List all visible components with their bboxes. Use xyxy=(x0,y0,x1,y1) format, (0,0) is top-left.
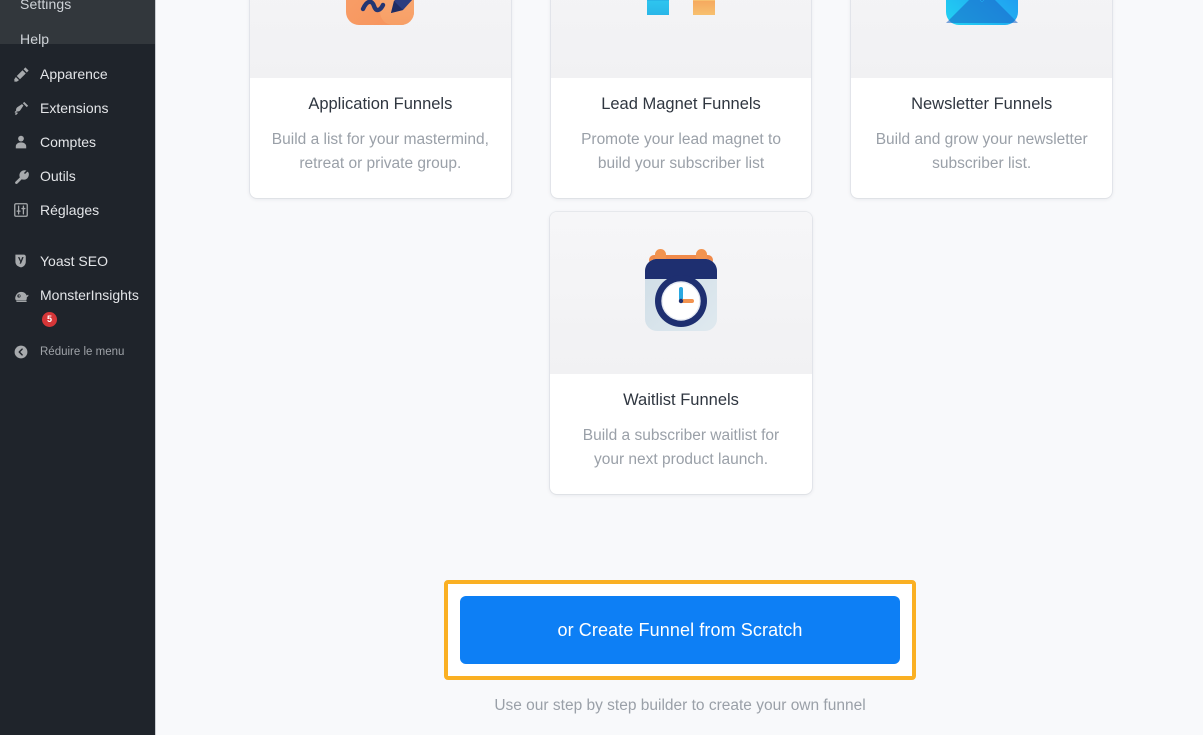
admin-sidebar: Settings Help Apparence Extensions Compt… xyxy=(0,0,156,735)
sliders-icon xyxy=(6,202,36,218)
sidebar-item-label: Apparence xyxy=(40,66,108,82)
chevron-left-circle-icon xyxy=(6,344,36,360)
status-badge: 5 xyxy=(42,312,57,327)
funnel-template-row-2: Waitlist Funnels Build a subscriber wait… xyxy=(550,212,812,494)
card-title: Application Funnels xyxy=(308,95,453,113)
collapse-menu-button[interactable]: Réduire le menu xyxy=(0,337,155,367)
card-body: Lead Magnet Funnels Promote your lead ma… xyxy=(551,78,812,198)
funnel-template-card-lead-magnet[interactable]: Lead Magnet Funnels Promote your lead ma… xyxy=(550,0,812,198)
sidebar-item-outils[interactable]: Outils xyxy=(0,159,155,193)
cta-highlight-box: or Create Funnel from Scratch xyxy=(444,580,916,680)
app-root: Settings Help Apparence Extensions Compt… xyxy=(0,0,1203,735)
sidebar-item-apparence[interactable]: Apparence xyxy=(0,57,155,91)
sidebar-item-label: Extensions xyxy=(40,100,109,116)
card-body: Application Funnels Build a list for you… xyxy=(250,78,511,198)
monsterinsights-icon xyxy=(6,287,36,304)
create-funnel-cta-section: or Create Funnel from Scratch Use our st… xyxy=(157,580,1203,715)
card-description: Build a subscriber waitlist for your nex… xyxy=(582,427,780,468)
card-description: Build a list for your mastermind, retrea… xyxy=(271,131,489,172)
card-image-area xyxy=(250,0,511,78)
funnel-template-card-application[interactable]: Application Funnels Build a list for you… xyxy=(250,0,511,198)
application-form-icon xyxy=(346,0,415,25)
card-image-area xyxy=(550,212,812,374)
card-body: Waitlist Funnels Build a subscriber wait… xyxy=(550,374,812,494)
paintbrush-icon xyxy=(6,66,36,83)
funnel-template-card-newsletter[interactable]: Newsletter Funnels Build and grow your n… xyxy=(851,0,1113,198)
sidebar-item-reglages[interactable]: Réglages xyxy=(0,193,155,227)
magnet-icon xyxy=(647,0,715,15)
funnel-template-card-waitlist[interactable]: Waitlist Funnels Build a subscriber wait… xyxy=(550,212,812,494)
sidebar-item-label: Comptes xyxy=(40,134,97,150)
sidebar-submenu-settings[interactable]: Settings xyxy=(0,0,155,13)
sidebar-item-extensions[interactable]: Extensions xyxy=(0,91,155,125)
sidebar-item-label: Réglages xyxy=(40,202,100,218)
card-description: Build and grow your newsletter subscribe… xyxy=(875,131,1088,172)
main-content: Application Funnels Build a list for you… xyxy=(157,0,1203,735)
card-description: Promote your lead magnet to build your s… xyxy=(581,131,781,172)
card-body: Newsletter Funnels Build and grow your n… xyxy=(851,78,1112,198)
create-funnel-from-scratch-button[interactable]: or Create Funnel from Scratch xyxy=(460,596,900,664)
sidebar-item-label: Yoast SEO xyxy=(40,253,108,269)
sidebar-item-comptes[interactable]: Comptes xyxy=(0,125,155,159)
card-title: Waitlist Funnels xyxy=(623,391,739,409)
funnel-template-row-1: Application Funnels Build a list for you… xyxy=(250,0,1113,198)
plug-icon xyxy=(6,100,36,117)
sidebar-item-label: Outils xyxy=(40,168,76,184)
yoast-icon xyxy=(6,253,36,269)
sidebar-item-yoast-seo[interactable]: Yoast SEO xyxy=(0,244,155,278)
sidebar-item-monsterinsights[interactable]: MonsterInsights xyxy=(0,278,155,312)
card-title: Newsletter Funnels xyxy=(911,95,1053,113)
user-icon xyxy=(6,134,36,150)
card-title: Lead Magnet Funnels xyxy=(601,95,761,113)
sidebar-submenu-help[interactable]: Help xyxy=(0,13,155,48)
card-image-area xyxy=(851,0,1113,78)
envelope-icon xyxy=(945,0,1018,25)
sidebar-main-group: Apparence Extensions Comptes Outils Régl… xyxy=(0,44,155,367)
cta-subtext: Use our step by step builder to create y… xyxy=(494,697,866,714)
sidebar-submenu-group: Settings Help xyxy=(0,0,155,47)
sidebar-divider-gap xyxy=(0,227,155,244)
collapse-menu-label: Réduire le menu xyxy=(40,346,125,358)
calendar-clock-icon xyxy=(645,249,717,331)
card-image-area xyxy=(550,0,812,78)
wrench-icon xyxy=(6,168,36,185)
sidebar-item-label: MonsterInsights xyxy=(40,287,139,303)
